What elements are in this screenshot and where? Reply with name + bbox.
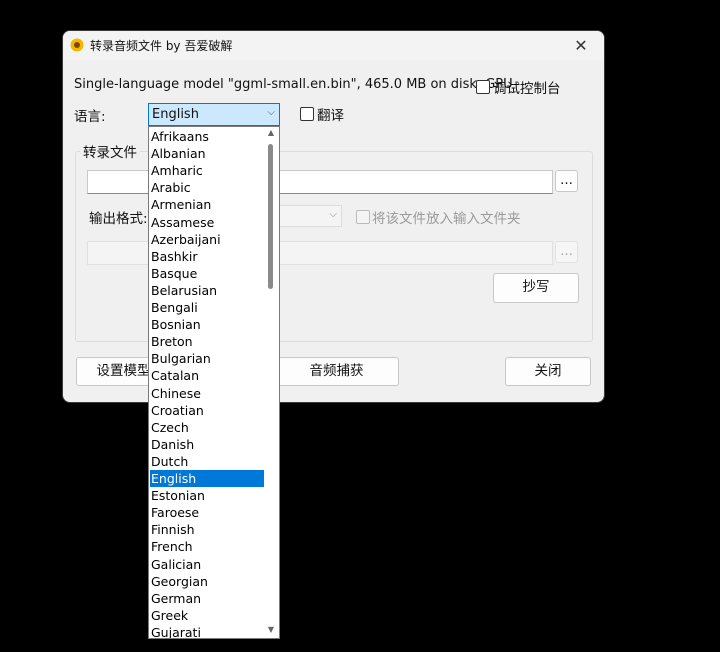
input-browse-button[interactable]: ... bbox=[555, 170, 578, 192]
language-option[interactable]: Faroese bbox=[150, 504, 264, 521]
language-option[interactable]: Basque bbox=[150, 265, 264, 282]
close-icon[interactable]: ✕ bbox=[558, 31, 604, 60]
output-format-label: 输出格式: bbox=[89, 211, 148, 227]
model-info: Single-language model "ggml-small.en.bin… bbox=[74, 77, 513, 92]
scroll-down-icon[interactable]: ▼ bbox=[264, 625, 278, 637]
language-option[interactable]: German bbox=[150, 590, 264, 607]
language-option[interactable]: Belarusian bbox=[150, 282, 264, 299]
language-option[interactable]: Greek bbox=[150, 607, 264, 624]
debug-console-label: 调试控制台 bbox=[493, 81, 561, 97]
output-browse-button[interactable]: ... bbox=[555, 241, 578, 263]
debug-console-checkbox[interactable] bbox=[476, 80, 490, 94]
language-option[interactable]: Catalan bbox=[150, 367, 264, 384]
language-option[interactable]: Bulgarian bbox=[150, 350, 264, 367]
language-option[interactable]: Danish bbox=[150, 436, 264, 453]
language-option[interactable]: Gujarati bbox=[150, 624, 264, 638]
language-option[interactable]: Georgian bbox=[150, 573, 264, 590]
language-option[interactable]: Croatian bbox=[150, 402, 264, 419]
group-title: 转录文件 bbox=[80, 141, 140, 161]
chevron-down-icon: ⌵ bbox=[329, 209, 337, 220]
language-dropdown-list[interactable]: Afrikaans Albanian Amharic Arabic Armenian As… bbox=[148, 126, 280, 639]
translate-label: 翻译 bbox=[317, 108, 344, 124]
language-select[interactable]: English ⌵ bbox=[148, 103, 280, 126]
title-bar: 转录音频文件 by 吾爱破解 ✕ bbox=[63, 31, 604, 60]
language-option[interactable]: Chinese bbox=[150, 385, 264, 402]
language-option[interactable]: Armenian bbox=[150, 196, 264, 213]
language-label: 语言: bbox=[74, 109, 106, 125]
language-option[interactable]: English bbox=[150, 470, 264, 487]
scroll-thumb[interactable] bbox=[268, 144, 273, 289]
language-option[interactable]: Bosnian bbox=[150, 316, 264, 333]
language-option[interactable]: Arabic bbox=[150, 179, 264, 196]
language-option[interactable]: Breton bbox=[150, 333, 264, 350]
sunflower-icon bbox=[70, 38, 84, 52]
close-button[interactable]: 关闭 bbox=[505, 357, 591, 386]
place-in-input-folder-label: 将该文件放入输入文件夹 bbox=[372, 211, 521, 227]
language-option[interactable]: Galician bbox=[150, 556, 264, 573]
language-option[interactable]: Azerbaijani bbox=[150, 231, 264, 248]
language-option[interactable]: Estonian bbox=[150, 487, 264, 504]
language-option[interactable]: Finnish bbox=[150, 521, 264, 538]
transcribe-button[interactable]: 抄写 bbox=[493, 273, 579, 303]
language-option[interactable]: French bbox=[150, 538, 264, 555]
scroll-up-icon[interactable]: ▲ bbox=[264, 128, 278, 140]
language-option[interactable]: Bashkir bbox=[150, 248, 264, 265]
language-option[interactable]: Bengali bbox=[150, 299, 264, 316]
audio-capture-button[interactable]: 音频捕获 bbox=[274, 357, 399, 386]
dropdown-scrollbar[interactable]: ▲ ▼ bbox=[264, 127, 278, 638]
translate-checkbox[interactable] bbox=[300, 107, 314, 121]
language-option[interactable]: Assamese bbox=[150, 214, 264, 231]
chevron-down-icon: ⌵ bbox=[267, 107, 275, 118]
language-option[interactable]: Amharic bbox=[150, 162, 264, 179]
language-option[interactable]: Czech bbox=[150, 419, 264, 436]
language-selected-value: English bbox=[152, 107, 199, 122]
output-format-select[interactable]: ⌵ bbox=[275, 205, 342, 227]
language-option[interactable]: Albanian bbox=[150, 145, 264, 162]
language-option[interactable]: Afrikaans bbox=[150, 128, 264, 145]
place-in-input-folder-checkbox[interactable] bbox=[356, 210, 370, 224]
window-title: 转录音频文件 by 吾爱破解 bbox=[90, 39, 233, 53]
language-option[interactable]: Dutch bbox=[150, 453, 264, 470]
